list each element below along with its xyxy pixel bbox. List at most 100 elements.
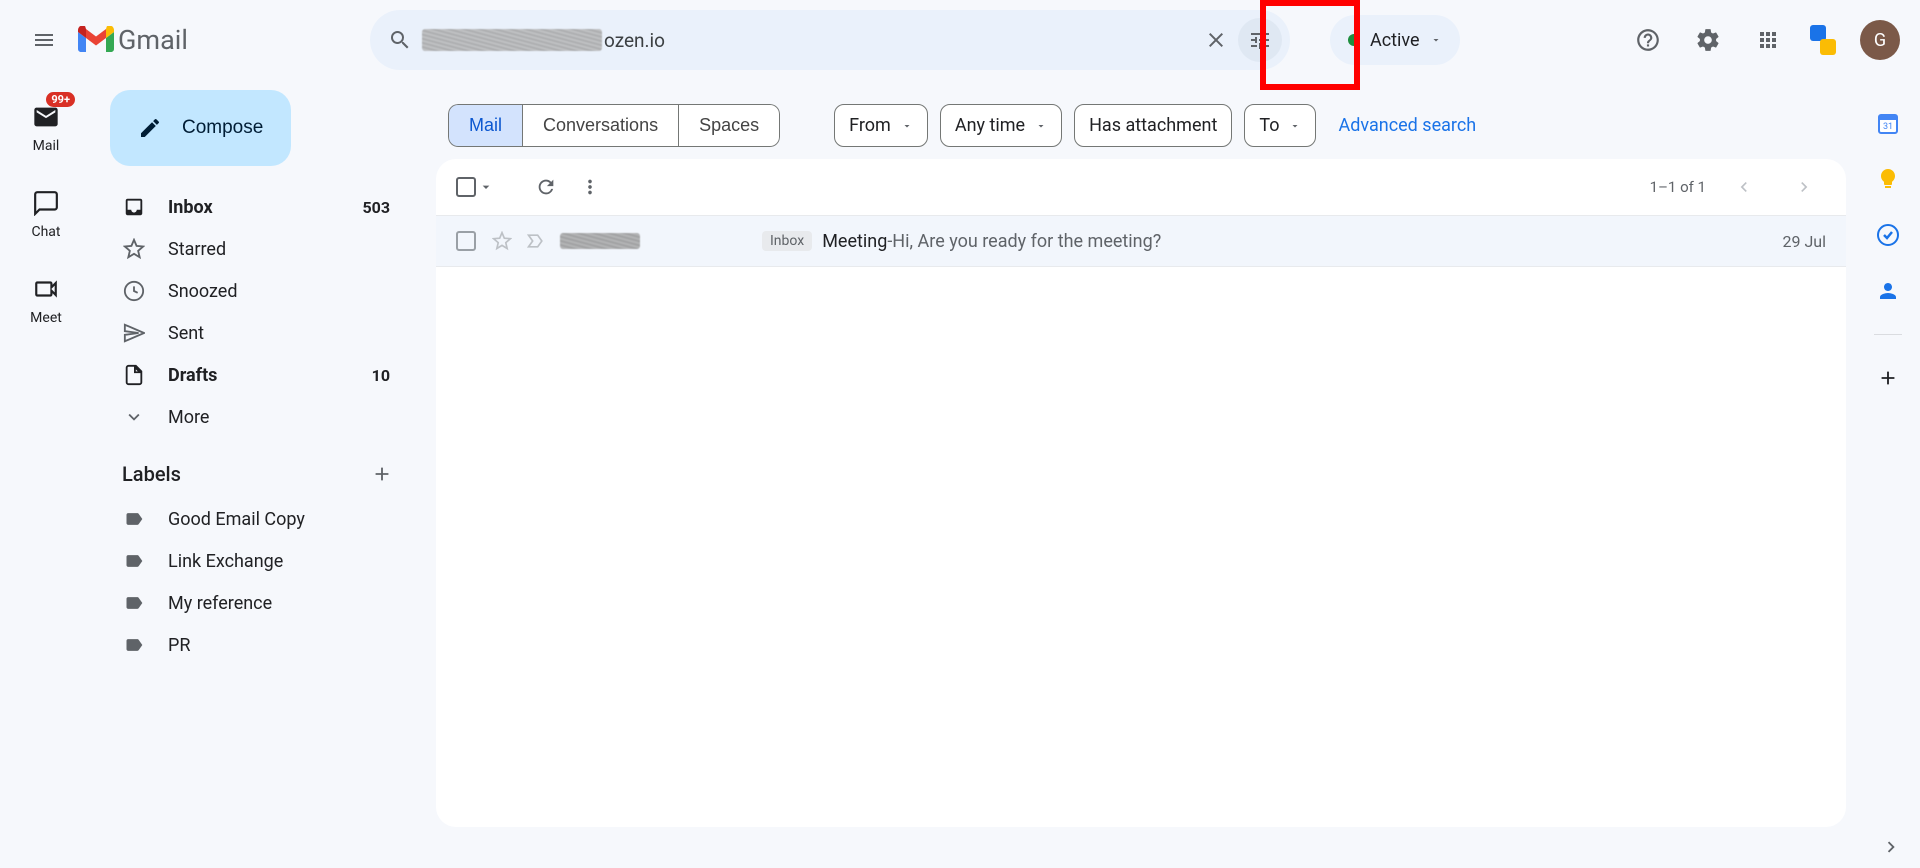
nav-snoozed[interactable]: Snoozed: [92, 270, 412, 312]
refresh-icon: [535, 176, 557, 198]
important-icon[interactable]: [526, 231, 546, 251]
workspace-icon[interactable]: [1806, 25, 1836, 55]
keep-app[interactable]: [1875, 166, 1901, 192]
label-icon: [122, 593, 146, 613]
search-button[interactable]: [378, 18, 422, 62]
rail-mail-label: Mail: [33, 138, 60, 154]
draft-icon: [122, 364, 146, 386]
star-outline-icon[interactable]: [492, 231, 512, 251]
plus-icon: [1877, 367, 1899, 389]
label-pr[interactable]: PR: [92, 624, 412, 666]
contacts-app[interactable]: [1875, 278, 1901, 304]
segment-mail[interactable]: Mail: [448, 104, 522, 147]
search-bar: ozen.io: [370, 10, 1290, 70]
status-dot-icon: [1348, 34, 1360, 46]
filter-to[interactable]: To: [1244, 104, 1316, 147]
clear-search-button[interactable]: [1194, 18, 1238, 62]
email-row[interactable]: Inbox Meeting - Hi, Are you ready for th…: [436, 215, 1846, 267]
main-area: Mail Conversations Spaces From Any time …: [436, 96, 1846, 827]
nav-starred[interactable]: Starred: [92, 228, 412, 270]
caret-down-icon[interactable]: [478, 179, 494, 195]
select-all-checkbox[interactable]: [456, 177, 476, 197]
search-input[interactable]: ozen.io: [422, 29, 1194, 52]
labels-title: Labels: [122, 462, 181, 486]
more-actions-button[interactable]: [568, 165, 612, 209]
help-button[interactable]: [1626, 18, 1670, 62]
redacted-text: [422, 29, 602, 51]
rail-chat[interactable]: Chat: [29, 186, 63, 240]
search-options-button[interactable]: [1238, 18, 1282, 62]
rail-meet[interactable]: Meet: [29, 272, 63, 326]
filter-has-attachment[interactable]: Has attachment: [1074, 104, 1232, 147]
logo-area[interactable]: Gmail: [78, 24, 358, 56]
nav-drafts[interactable]: Drafts 10: [92, 354, 412, 396]
apps-button[interactable]: [1746, 18, 1790, 62]
gear-icon: [1695, 27, 1721, 53]
prev-page-button[interactable]: [1722, 165, 1766, 209]
caret-down-icon: [1035, 120, 1047, 132]
row-checkbox[interactable]: [456, 231, 476, 251]
next-page-button[interactable]: [1782, 165, 1826, 209]
rail-chat-label: Chat: [31, 224, 60, 240]
search-suffix: ozen.io: [604, 29, 665, 52]
left-rail: 99+ Mail Chat Meet: [0, 80, 92, 326]
label-link-exchange[interactable]: Link Exchange: [92, 540, 412, 582]
scope-segments: Mail Conversations Spaces: [448, 104, 780, 147]
row-snippet: Hi, Are you ready for the meeting?: [892, 231, 1161, 252]
status-chip[interactable]: Active: [1330, 15, 1460, 65]
chevron-down-icon: [122, 406, 146, 428]
chevron-left-icon: [1734, 177, 1754, 197]
segment-conversations[interactable]: Conversations: [522, 104, 678, 147]
clock-icon: [122, 280, 146, 302]
nav-sent[interactable]: Sent: [92, 312, 412, 354]
list-toolbar: 1–1 of 1: [436, 159, 1846, 215]
right-panel: 31: [1856, 96, 1920, 391]
nav-inbox[interactable]: Inbox 503: [92, 186, 412, 228]
send-icon: [122, 322, 146, 344]
chat-icon: [29, 186, 63, 220]
account-avatar[interactable]: G: [1860, 20, 1900, 60]
filter-any-time[interactable]: Any time: [940, 104, 1062, 147]
gmail-logo-icon: [78, 26, 114, 54]
rail-meet-label: Meet: [30, 310, 62, 326]
compose-button[interactable]: Compose: [110, 90, 291, 166]
filters-row: Mail Conversations Spaces From Any time …: [436, 96, 1846, 159]
chevron-right-icon: [1880, 836, 1902, 858]
star-icon: [122, 238, 146, 260]
inbox-icon: [122, 196, 146, 218]
chevron-right-icon: [1794, 177, 1814, 197]
label-my-reference[interactable]: My reference: [92, 582, 412, 624]
get-addons[interactable]: [1875, 365, 1901, 391]
segment-spaces[interactable]: Spaces: [678, 104, 780, 147]
calendar-app[interactable]: 31: [1875, 110, 1901, 136]
separator: [1874, 334, 1902, 335]
filter-from[interactable]: From: [834, 104, 928, 147]
close-icon: [1204, 28, 1228, 52]
pencil-icon: [138, 116, 162, 140]
empty-space: [436, 267, 1846, 827]
add-label-button[interactable]: [366, 458, 398, 490]
keep-icon: [1876, 167, 1900, 191]
caret-down-icon: [901, 120, 913, 132]
row-subject: Meeting: [822, 231, 887, 252]
rail-mail[interactable]: 99+ Mail: [29, 100, 63, 154]
nav-more[interactable]: More: [92, 396, 412, 438]
tasks-icon: [1876, 223, 1900, 247]
label-good-email-copy[interactable]: Good Email Copy: [92, 498, 412, 540]
apps-grid-icon: [1756, 28, 1780, 52]
caret-down-icon: [1289, 120, 1301, 132]
expand-panel-button[interactable]: [1880, 836, 1902, 858]
person-icon: [1876, 279, 1900, 303]
app-name: Gmail: [118, 24, 188, 56]
tune-icon: [1248, 28, 1272, 52]
settings-button[interactable]: [1686, 18, 1730, 62]
plus-icon: [371, 463, 393, 485]
result-count: 1–1 of 1: [1650, 178, 1706, 196]
mail-badge: 99+: [46, 92, 75, 107]
help-icon: [1635, 27, 1661, 53]
refresh-button[interactable]: [524, 165, 568, 209]
main-menu-button[interactable]: [20, 16, 68, 64]
hamburger-icon: [32, 28, 56, 52]
tasks-app[interactable]: [1875, 222, 1901, 248]
advanced-search-link[interactable]: Advanced search: [1338, 115, 1476, 136]
